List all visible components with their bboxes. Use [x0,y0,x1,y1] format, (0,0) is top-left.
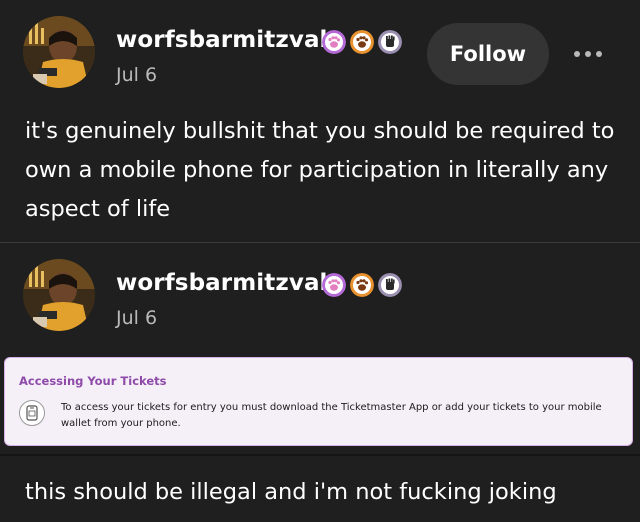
username[interactable]: worfsbarmitzvah [116,270,336,296]
more-horizontal-icon [574,51,580,57]
mobile-phone-icon [19,400,45,426]
post-body: it's genuinely bullshit that you should … [25,118,615,222]
embed-text: To access your tickets for entry you mus… [61,402,602,429]
post-2: worfsbarmitzvah Jul 6 Accessing Your Tic… [0,243,640,522]
post-1: worfsbarmitzvah Jul 6 Follow it's genuin… [0,0,640,242]
orange-paw-badge-icon[interactable] [350,273,374,297]
embed-title: Accessing Your Tickets [19,374,167,388]
avatar[interactable] [23,259,95,331]
embed-bottom-strip [0,454,640,456]
purple-paw-badge-icon[interactable] [322,273,346,297]
post-body: this should be illegal and i'm not fucki… [25,479,557,505]
gray-hand-badge-icon[interactable] [378,273,402,297]
follow-button[interactable]: Follow [427,23,549,85]
post-date[interactable]: Jul 6 [116,64,157,86]
orange-paw-badge-icon[interactable] [350,30,374,54]
badge-group [322,273,402,297]
username[interactable]: worfsbarmitzvah [116,27,336,53]
more-options-button[interactable] [568,40,608,68]
gray-hand-badge-icon[interactable] [378,30,402,54]
purple-paw-badge-icon[interactable] [322,30,346,54]
embedded-screenshot[interactable]: Accessing Your Tickets To access your ti… [4,357,633,446]
avatar-image [23,16,95,88]
more-horizontal-icon-dot [596,51,602,57]
more-horizontal-icon-dot [585,51,591,57]
badge-group [322,30,402,54]
post-date[interactable]: Jul 6 [116,307,157,329]
avatar-image [23,259,95,331]
avatar[interactable] [23,16,95,88]
